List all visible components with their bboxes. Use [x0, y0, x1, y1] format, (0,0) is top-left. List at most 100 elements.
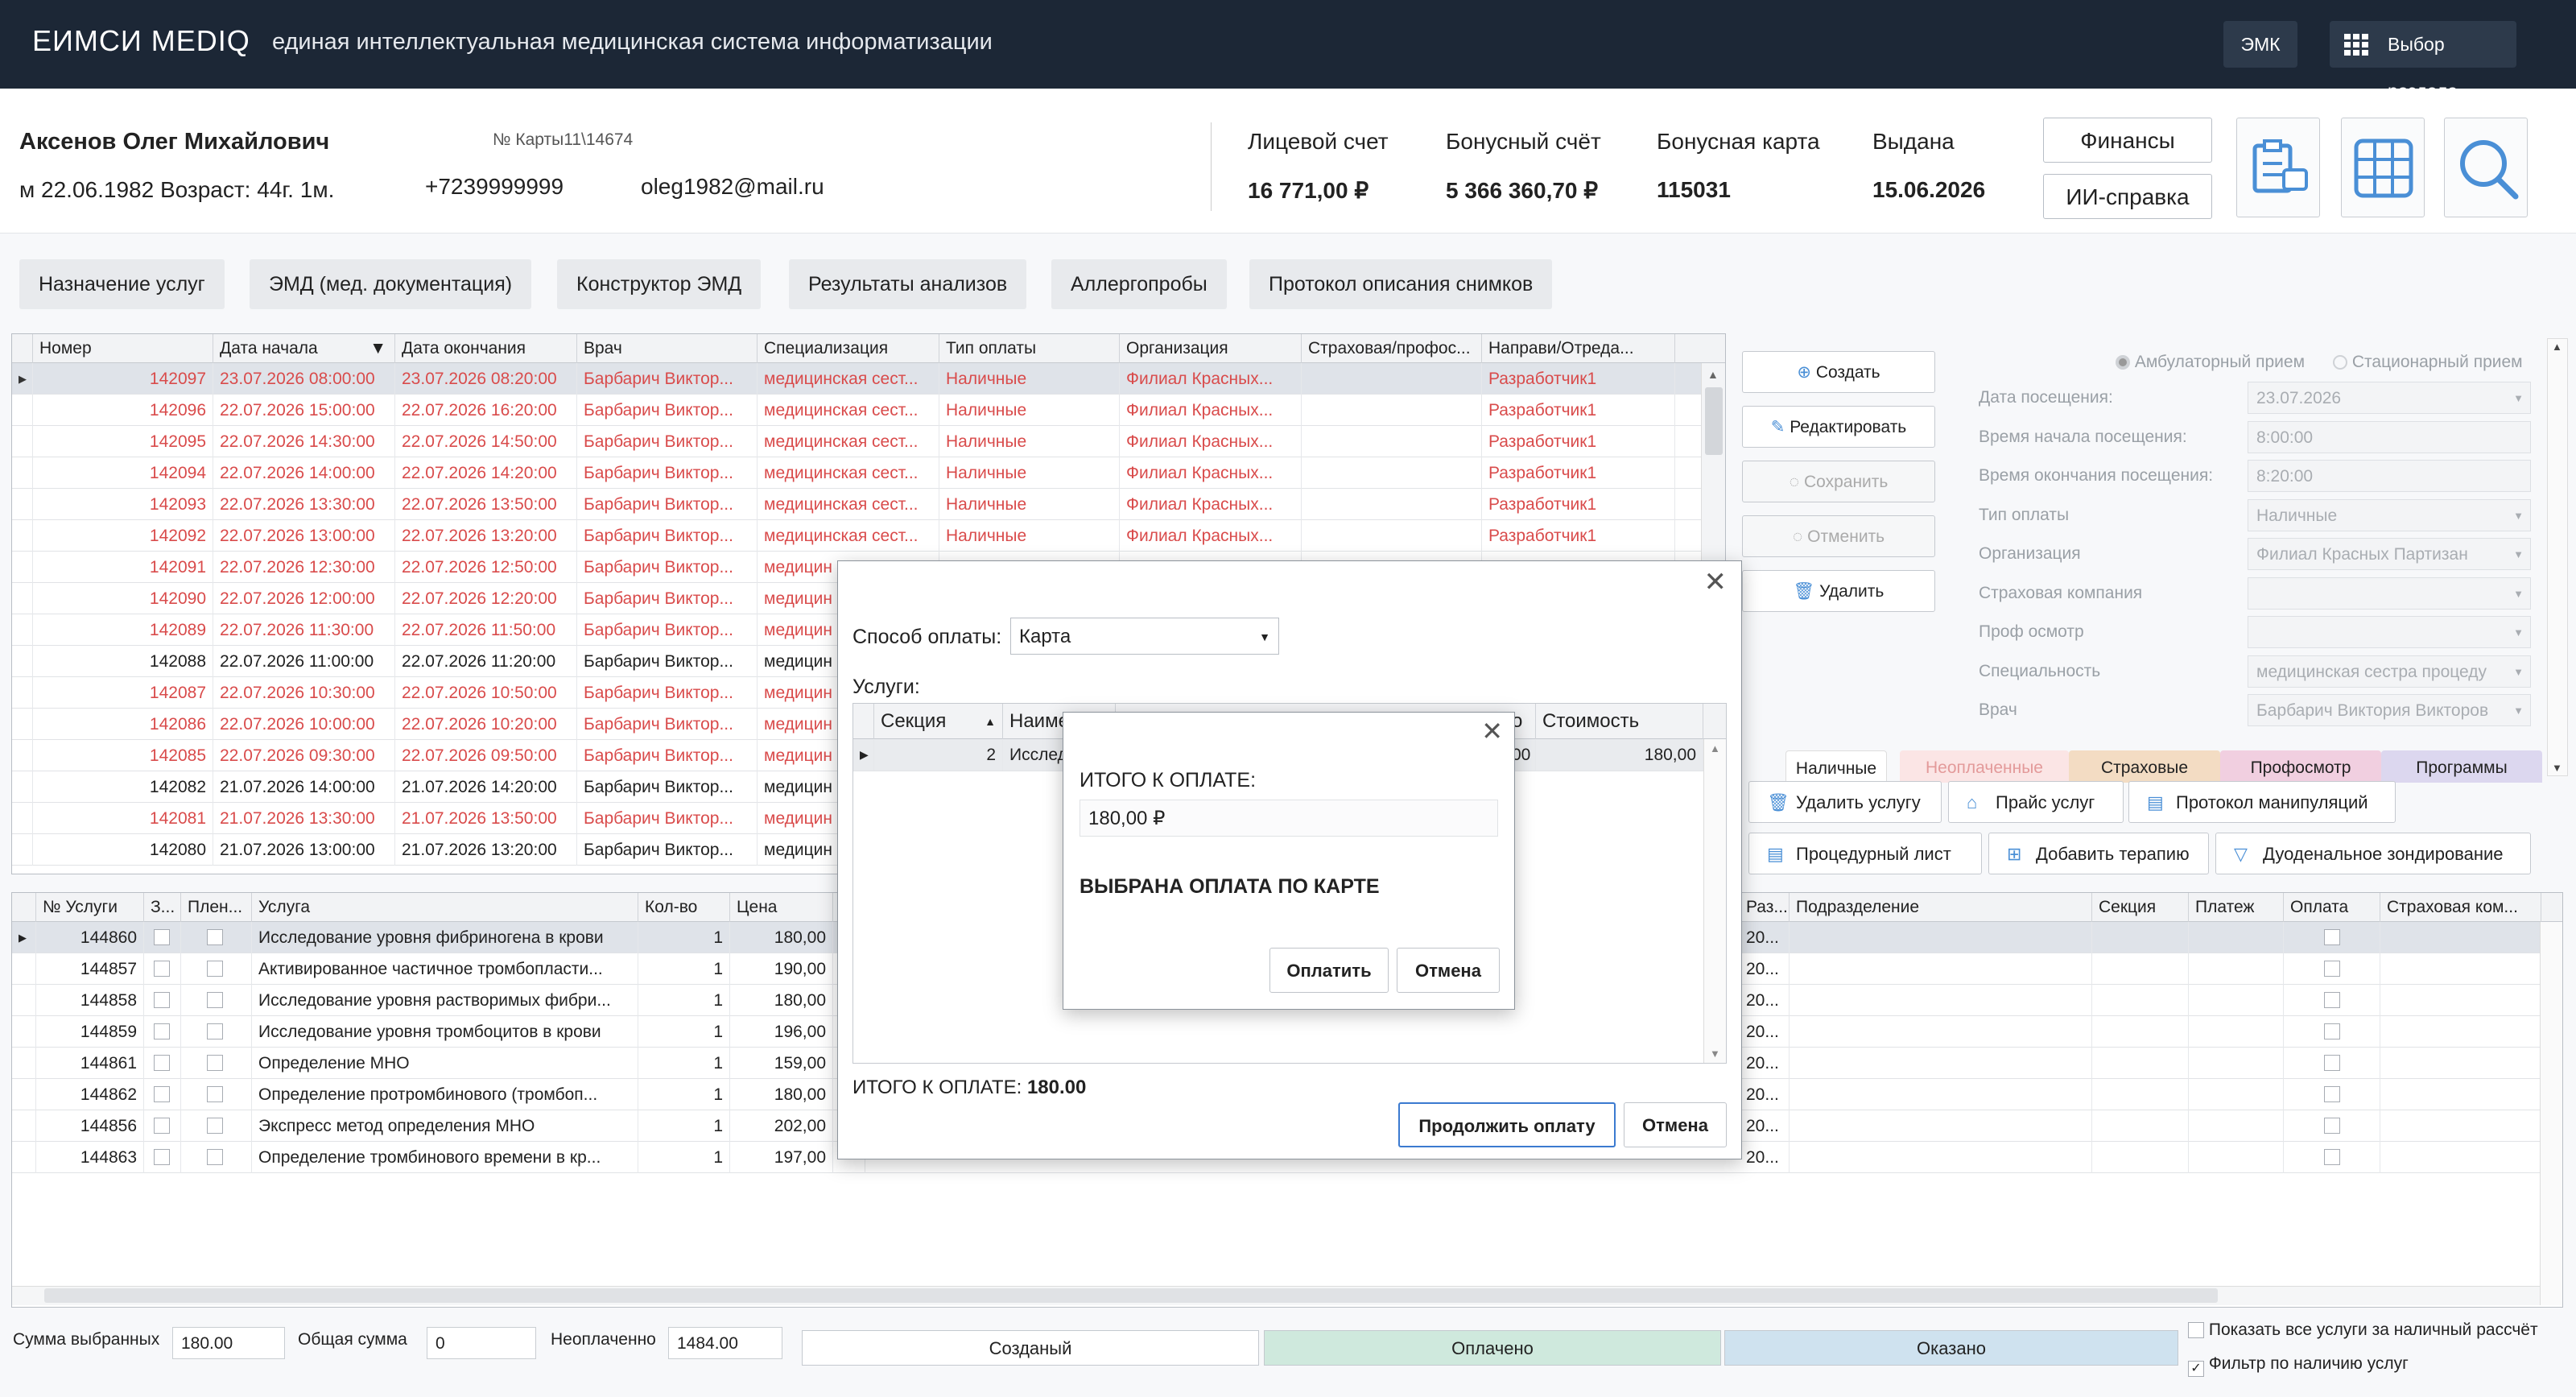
col-insurance[interactable]: Страховая/профос...: [1302, 334, 1482, 363]
checkbox-unchecked-icon[interactable]: [207, 1023, 223, 1039]
create-button[interactable]: ⊕ Создать: [1742, 351, 1935, 393]
payment-cancel-button[interactable]: Отмена: [1624, 1102, 1727, 1147]
col-insurance-company[interactable]: Страховая ком...: [2380, 893, 2541, 922]
checkbox-unchecked-icon[interactable]: [2324, 929, 2340, 945]
col-direction[interactable]: Направи/Отреда...: [1482, 334, 1675, 363]
col-payment-type[interactable]: Тип оплаты: [939, 334, 1120, 363]
form-field[interactable]: 23.07.2026 ▼: [2248, 382, 2531, 414]
col-number[interactable]: Номер: [33, 334, 213, 363]
confirm-cancel-button[interactable]: Отмена: [1397, 948, 1500, 993]
checkbox-unchecked-icon[interactable]: [154, 1055, 170, 1071]
form-field[interactable]: Барбарич Виктория Викторов ▼: [2248, 694, 2531, 726]
services-v-scrollbar[interactable]: [2540, 922, 2562, 1305]
show-all-checkbox[interactable]: Показать все услуги за наличный рассчёт: [2188, 1321, 2538, 1340]
checkbox-unchecked-icon[interactable]: [207, 992, 223, 1008]
form-field[interactable]: Филиал Красных Партизан ▼: [2248, 538, 2531, 570]
emk-button[interactable]: ЭМК: [2223, 21, 2297, 68]
checkbox-unchecked-icon[interactable]: [207, 1055, 223, 1071]
col-end-date[interactable]: Дата окончания: [395, 334, 577, 363]
checkbox-unchecked-icon[interactable]: [154, 929, 170, 945]
table-row[interactable]: 142092 22.07.2026 13:00:00 22.07.2026 13:2…: [12, 520, 1701, 552]
form-field[interactable]: 8:00:00: [2248, 420, 2531, 453]
cancel-edit-button[interactable]: ◌ Отменить: [1742, 515, 1935, 557]
edit-button[interactable]: ✎ Редактировать: [1742, 406, 1935, 448]
dialog-scrollbar[interactable]: ▲ ▼: [1703, 739, 1726, 1063]
col-plen[interactable]: Плен...: [181, 893, 252, 922]
checkbox-unchecked-icon[interactable]: [2324, 1055, 2340, 1071]
checkbox-unchecked-icon[interactable]: [207, 1086, 223, 1102]
checkbox-unchecked-icon[interactable]: [207, 1149, 223, 1165]
table-row[interactable]: 142094 22.07.2026 14:00:00 22.07.2026 14:2…: [12, 457, 1701, 489]
col-start-date[interactable]: Дата начала ▼: [213, 334, 395, 363]
tab-analysis-results[interactable]: Результаты анализов: [789, 259, 1027, 309]
table-grid-icon[interactable]: [2341, 118, 2425, 217]
tab-emd[interactable]: ЭМД (мед. документация): [250, 259, 532, 309]
delete-button[interactable]: 🗑 Удалить: [1742, 570, 1935, 612]
checkbox-unchecked-icon[interactable]: [2324, 1023, 2340, 1039]
checkbox-unchecked-icon[interactable]: [154, 1086, 170, 1102]
table-row[interactable]: 142095 22.07.2026 14:30:00 22.07.2026 14:5…: [12, 426, 1701, 457]
tab-services[interactable]: Назначение услуг: [19, 259, 225, 309]
checkbox-unchecked-icon[interactable]: [2324, 992, 2340, 1008]
finance-button[interactable]: Финансы: [2043, 118, 2212, 163]
checkbox-unchecked-icon[interactable]: [154, 1149, 170, 1165]
form-field[interactable]: 8:20:00: [2248, 460, 2531, 492]
table-row[interactable]: 142093 22.07.2026 13:30:00 22.07.2026 13:5…: [12, 489, 1701, 520]
payment-method-select[interactable]: Карта ▼: [1010, 618, 1279, 655]
add-therapy-button[interactable]: ⊞ Добавить терапию: [1988, 833, 2209, 874]
price-list-button[interactable]: ⌂ Прайс услуг: [1948, 781, 2124, 823]
search-icon[interactable]: [2444, 118, 2528, 217]
checkbox-unchecked-icon[interactable]: [2324, 961, 2340, 977]
save-button[interactable]: ◌ Сохранить: [1742, 461, 1935, 502]
filter-tab-cash[interactable]: Наличные: [1785, 750, 1887, 783]
confirm-total-field[interactable]: 180,00 ₽: [1080, 800, 1498, 837]
table-row[interactable]: 142096 22.07.2026 15:00:00 22.07.2026 16:2…: [12, 395, 1701, 426]
tab-allergy-tests[interactable]: Аллергопробы: [1051, 259, 1227, 309]
form-field[interactable]: Наличные ▼: [2248, 498, 2531, 531]
ai-reference-button[interactable]: ИИ-справка: [2043, 174, 2212, 219]
col-specialization[interactable]: Специализация: [758, 334, 939, 363]
filter-tab-programs[interactable]: Программы: [2381, 750, 2542, 783]
continue-payment-button[interactable]: Продолжить оплату: [1398, 1102, 1616, 1147]
table-row[interactable]: ▶ 142097 23.07.2026 08:00:00 23.07.2026 08:…: [12, 363, 1701, 395]
checkbox-unchecked-icon[interactable]: [154, 961, 170, 977]
col-service[interactable]: Услуга: [252, 893, 638, 922]
col-section[interactable]: Секция: [2092, 893, 2189, 922]
manipulation-protocol-button[interactable]: ▤ Протокол манипуляций: [2128, 781, 2396, 823]
tab-image-protocol[interactable]: Протокол описания снимков: [1249, 259, 1553, 309]
dialog-col-section[interactable]: Секция ▲: [874, 704, 1003, 739]
delete-service-button[interactable]: 🗑 Удалить услугу: [1748, 781, 1942, 823]
col-paid[interactable]: Оплата: [2284, 893, 2380, 922]
col-doctor[interactable]: Врач: [577, 334, 758, 363]
checkbox-unchecked-icon[interactable]: [154, 992, 170, 1008]
col-payment[interactable]: Платеж: [2189, 893, 2284, 922]
close-icon[interactable]: ✕: [1481, 716, 1503, 746]
radio-inpatient[interactable]: Стационарный прием: [2333, 353, 2523, 372]
col-price[interactable]: Цена: [730, 893, 833, 922]
checkbox-unchecked-icon[interactable]: [2324, 1149, 2340, 1165]
form-field[interactable]: медицинская сестра процеду ▼: [2248, 655, 2531, 688]
checkbox-unchecked-icon[interactable]: [207, 929, 223, 945]
documents-icon[interactable]: [2236, 118, 2320, 217]
section-select-button[interactable]: Выбор раздела: [2330, 21, 2516, 101]
radio-outpatient[interactable]: Амбулаторный прием: [2116, 353, 2305, 372]
pay-button[interactable]: Оплатить: [1269, 948, 1389, 993]
close-icon[interactable]: ✕: [1704, 566, 1728, 598]
checkbox-unchecked-icon[interactable]: [207, 961, 223, 977]
procedure-sheet-button[interactable]: ▤ Процедурный лист: [1748, 833, 1982, 874]
services-h-scrollbar[interactable]: [12, 1286, 2540, 1305]
checkbox-unchecked-icon[interactable]: [154, 1023, 170, 1039]
filter-checkbox[interactable]: ✓ Фильтр по наличию услуг: [2188, 1354, 2409, 1377]
dialog-col-cost[interactable]: Стоимость: [1536, 704, 1703, 739]
duodenal-probing-button[interactable]: ▽ Дуоденальное зондирование: [2215, 833, 2531, 874]
col-z[interactable]: З...: [144, 893, 181, 922]
filter-tab-prof[interactable]: Профосмотр: [2220, 750, 2381, 783]
filter-tab-insurance[interactable]: Страховые: [2069, 750, 2220, 783]
checkbox-unchecked-icon[interactable]: [154, 1118, 170, 1134]
col-service-num[interactable]: № Услуги: [36, 893, 144, 922]
col-qty[interactable]: Кол-во: [638, 893, 730, 922]
checkbox-unchecked-icon[interactable]: [2324, 1086, 2340, 1102]
form-scrollbar[interactable]: ▲ ▼: [2547, 338, 2568, 776]
tab-emd-constructor[interactable]: Конструктор ЭМД: [557, 259, 762, 309]
checkbox-unchecked-icon[interactable]: [207, 1118, 223, 1134]
